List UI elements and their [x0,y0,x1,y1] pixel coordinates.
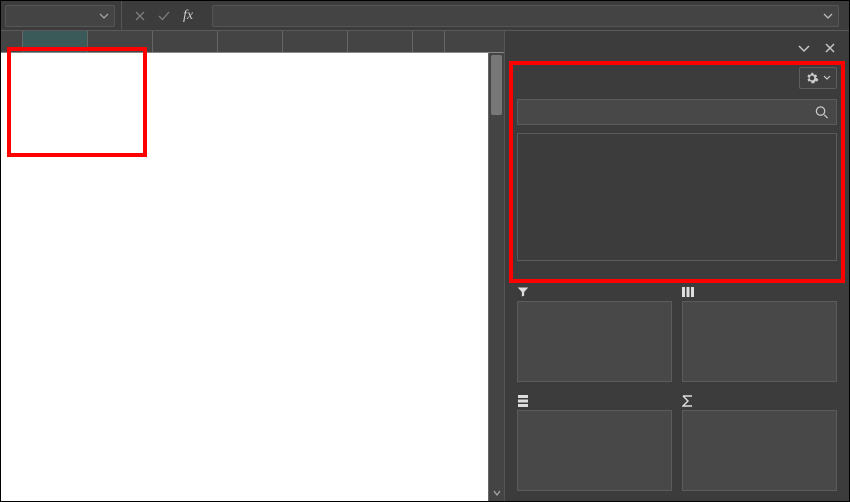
col-header[interactable] [348,31,413,52]
field-list-options-button[interactable] [799,67,837,89]
chevron-down-icon[interactable] [797,41,811,55]
col-header[interactable] [413,31,445,52]
cancel-icon[interactable] [128,5,152,27]
gear-icon [805,71,819,85]
column-headers [1,31,504,53]
drop-areas [505,283,849,501]
field-list [517,133,837,261]
sigma-icon [682,395,693,407]
search-input[interactable] [517,99,837,125]
scrollbar-thumb[interactable] [491,55,502,115]
search-icon [814,105,829,120]
chevron-down-icon [823,74,831,82]
rows-container [1,53,504,501]
app-window: fx [0,0,850,502]
formula-bar: fx [1,1,849,31]
drag-areas-label [505,269,849,283]
formula-bar-buttons: fx [121,1,206,31]
columns-drop[interactable] [682,301,837,382]
rows-drop[interactable] [517,410,672,491]
name-box[interactable] [5,5,115,27]
pivottable-fields-pane [504,31,849,501]
col-header[interactable] [283,31,348,52]
filters-area[interactable] [517,283,672,382]
worksheet[interactable] [1,31,504,501]
main-split [1,31,849,501]
vertical-scrollbar[interactable] [488,53,504,501]
col-header[interactable] [88,31,153,52]
col-header[interactable] [153,31,218,52]
values-drop[interactable] [682,410,837,491]
filters-drop[interactable] [517,301,672,382]
rows-area[interactable] [517,392,672,491]
chevron-down-icon[interactable] [493,489,501,497]
close-icon[interactable] [823,41,837,55]
rows-icon [517,395,529,407]
fx-icon[interactable]: fx [176,5,200,27]
columns-icon [682,286,694,298]
select-all-corner[interactable] [1,31,23,52]
formula-input[interactable] [212,5,839,27]
confirm-icon[interactable] [152,5,176,27]
chevron-down-icon[interactable] [823,11,833,21]
values-area[interactable] [682,392,837,491]
filter-icon [517,286,529,298]
columns-area[interactable] [682,283,837,382]
col-header[interactable] [218,31,283,52]
col-header[interactable] [23,31,88,52]
